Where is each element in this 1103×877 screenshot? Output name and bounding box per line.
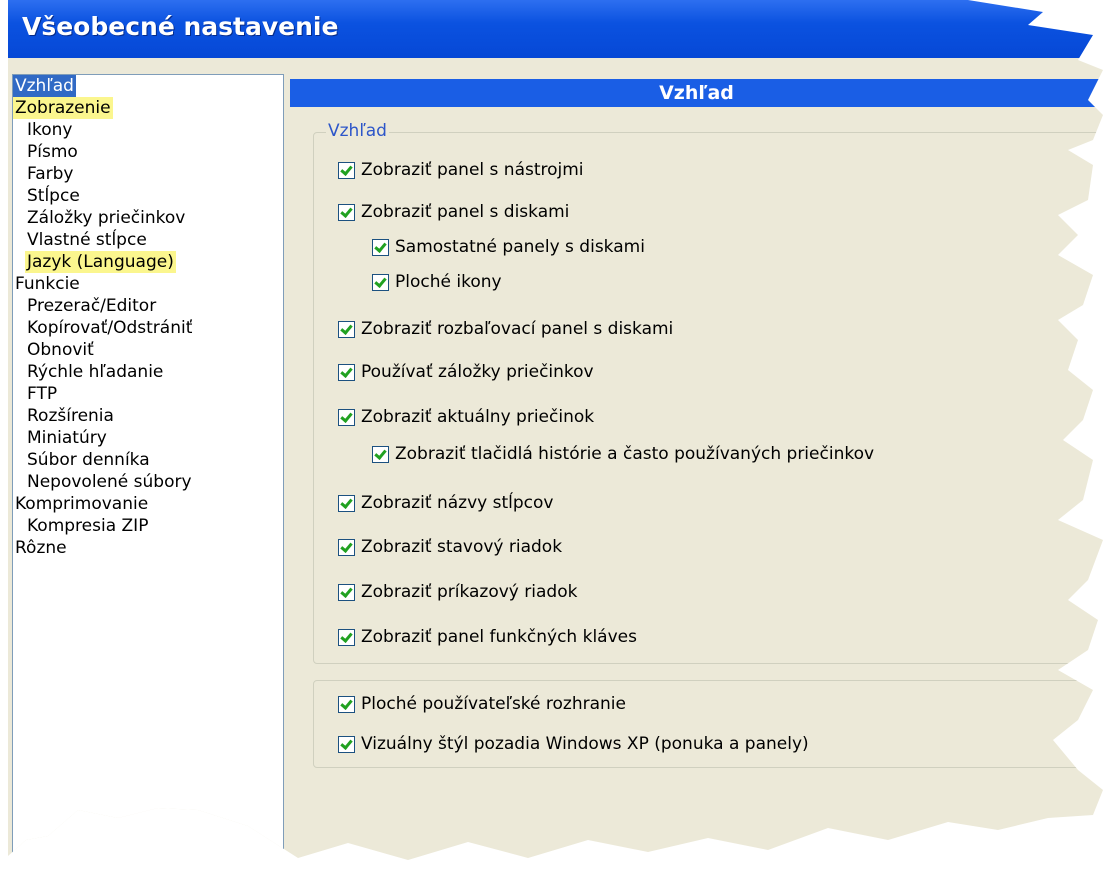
option-function-keys[interactable]: Zobraziť panel funkčných kláves [338, 625, 637, 649]
option-current-folder[interactable]: Zobraziť aktuálny priečinok [338, 405, 594, 429]
checkbox-checked-icon[interactable] [338, 628, 355, 646]
option-history-buttons[interactable]: Zobraziť tlačidlá histórie a často použí… [372, 442, 874, 466]
tree-item-ftp[interactable]: FTP [25, 383, 59, 405]
checkbox-checked-icon[interactable] [338, 161, 355, 179]
option-label: Vizuálny štýl pozadia Windows XP (ponuka… [361, 734, 809, 754]
window-title: Všeobecné nastavenie [22, 12, 339, 41]
checkbox-checked-icon[interactable] [338, 583, 355, 601]
option-label: Zobraziť tlačidlá histórie a často použí… [395, 444, 875, 464]
checkbox-checked-icon[interactable] [338, 363, 355, 381]
option-folder-tabs[interactable]: Používať záložky priečinkov [338, 360, 594, 384]
checkbox-checked-icon[interactable] [338, 494, 355, 512]
option-command-line[interactable]: Zobraziť príkazový riadok [338, 580, 577, 604]
checkbox-checked-icon[interactable] [338, 203, 355, 221]
option-label: Zobraziť aktuálny priečinok [361, 407, 595, 427]
tree-item-stlpce[interactable]: Stĺpce [25, 185, 82, 207]
option-drive-panel[interactable]: Zobraziť panel s diskami [338, 200, 569, 224]
tree-item-subor-dennika[interactable]: Súbor denníka [25, 449, 152, 471]
option-flat-ui[interactable]: Ploché používateľské rozhranie [338, 692, 626, 716]
option-label: Zobraziť príkazový riadok [361, 582, 578, 602]
settings-window: Všeobecné nastavenie Vzhľad Zobrazenie I… [8, 0, 1103, 860]
checkbox-checked-icon[interactable] [338, 538, 355, 556]
option-status-bar[interactable]: Zobraziť stavový riadok [338, 535, 562, 559]
option-label: Zobraziť rozbaľovací panel s diskami [361, 319, 674, 339]
tree-item-rozne[interactable]: Rôzne [13, 537, 69, 559]
option-toolbar[interactable]: Zobraziť panel s nástrojmi [338, 158, 584, 182]
checkbox-checked-icon[interactable] [338, 320, 355, 338]
option-label: Zobraziť panel s diskami [361, 202, 570, 222]
option-label: Zobraziť panel s nástrojmi [361, 160, 584, 180]
option-label: Ploché ikony [395, 272, 502, 292]
tree-item-kopirovat-odstranit[interactable]: Kopírovať/Odstrániť [25, 317, 194, 339]
tree-item-miniatury[interactable]: Miniatúry [25, 427, 109, 449]
checkbox-checked-icon[interactable] [338, 408, 355, 426]
tree-item-ikony[interactable]: Ikony [25, 119, 75, 141]
tree-item-zobrazenie[interactable]: Zobrazenie [13, 97, 113, 119]
tree-item-komprimovanie[interactable]: Komprimovanie [13, 493, 150, 515]
option-label: Samostatné panely s diskami [395, 237, 645, 257]
option-label: Zobraziť názvy stĺpcov [361, 493, 554, 513]
tree-item-zalozky-priecinkov[interactable]: Záložky priečinkov [25, 207, 187, 229]
option-column-names[interactable]: Zobraziť názvy stĺpcov [338, 491, 553, 515]
checkbox-checked-icon[interactable] [372, 273, 389, 291]
tree-item-rychle-hladanie[interactable]: Rýchle hľadanie [25, 361, 165, 383]
checkbox-checked-icon[interactable] [372, 238, 389, 256]
tree-item-prezerac-editor[interactable]: Prezerač/Editor [25, 295, 158, 317]
dialog-body: Vzhľad Zobrazenie Ikony Písmo Farby Stĺp… [8, 58, 1103, 860]
tree-item-vzhlad[interactable]: Vzhľad [13, 75, 76, 97]
tree-item-vlastne-stlpce[interactable]: Vlastné stĺpce [25, 229, 149, 251]
tree-item-jazyk[interactable]: Jazyk (Language) [25, 251, 176, 273]
title-bar: Všeobecné nastavenie [8, 0, 1103, 58]
option-dropdown-drive-panel[interactable]: Zobraziť rozbaľovací panel s diskami [338, 317, 673, 341]
option-label: Používať záložky priečinkov [361, 362, 594, 382]
tree-item-nepovolene-subory[interactable]: Nepovolené súbory [25, 471, 194, 493]
tree-item-pismo[interactable]: Písmo [25, 141, 80, 163]
option-label: Zobraziť panel funkčných kláves [361, 627, 637, 647]
tree-item-funkcie[interactable]: Funkcie [13, 273, 82, 295]
group-label: Vzhľad [326, 121, 389, 141]
option-label: Zobraziť stavový riadok [361, 537, 563, 557]
option-xp-visual-style[interactable]: Vizuálny štýl pozadia Windows XP (ponuka… [338, 732, 809, 756]
checkbox-checked-icon[interactable] [372, 445, 389, 463]
tree-item-rozsirenia[interactable]: Rozšírenia [25, 405, 116, 427]
checkbox-checked-icon[interactable] [338, 735, 355, 753]
tree-item-farby[interactable]: Farby [25, 163, 75, 185]
tree-item-obnovit[interactable]: Obnoviť [25, 339, 96, 361]
option-label: Ploché používateľské rozhranie [361, 694, 626, 714]
option-flat-icons[interactable]: Ploché ikony [372, 270, 502, 294]
option-separate-drive-panels[interactable]: Samostatné panely s diskami [372, 235, 645, 259]
tree-item-kompresia-zip[interactable]: Kompresia ZIP [25, 515, 150, 537]
page-header: Vzhľad [290, 79, 1103, 107]
checkbox-checked-icon[interactable] [338, 695, 355, 713]
settings-tree[interactable]: Vzhľad Zobrazenie Ikony Písmo Farby Stĺp… [12, 74, 284, 860]
